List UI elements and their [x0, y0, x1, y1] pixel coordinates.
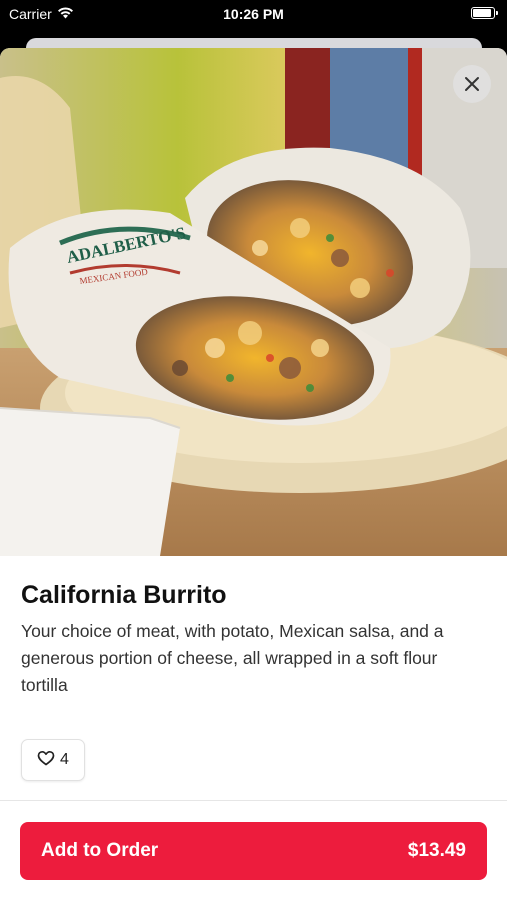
- close-button[interactable]: [453, 65, 491, 103]
- close-icon: [464, 76, 480, 92]
- like-count: 4: [60, 751, 69, 768]
- item-title: California Burrito: [21, 581, 227, 609]
- item-description: Your choice of meat, with potato, Mexica…: [21, 621, 444, 695]
- order-price: $13.49: [407, 840, 466, 861]
- item-detail-sheet: ADALBERTO'S MEXICAN FOOD California Burr…: [0, 48, 507, 900]
- item-photo: ADALBERTO'S MEXICAN FOOD: [0, 48, 507, 556]
- heart-icon: [37, 750, 55, 771]
- status-time: 10:26 PM: [223, 6, 284, 22]
- divider: [0, 800, 507, 801]
- item-info: California Burrito Your choice of meat, …: [21, 578, 486, 699]
- status-bar: Carrier 10:26 PM: [0, 0, 507, 30]
- battery-icon: [471, 7, 498, 19]
- battery-level: [473, 9, 491, 17]
- add-to-order-label: Add to Order: [41, 840, 159, 861]
- like-button[interactable]: 4: [21, 739, 85, 781]
- add-to-order-button[interactable]: Add to Order $13.49: [20, 822, 487, 880]
